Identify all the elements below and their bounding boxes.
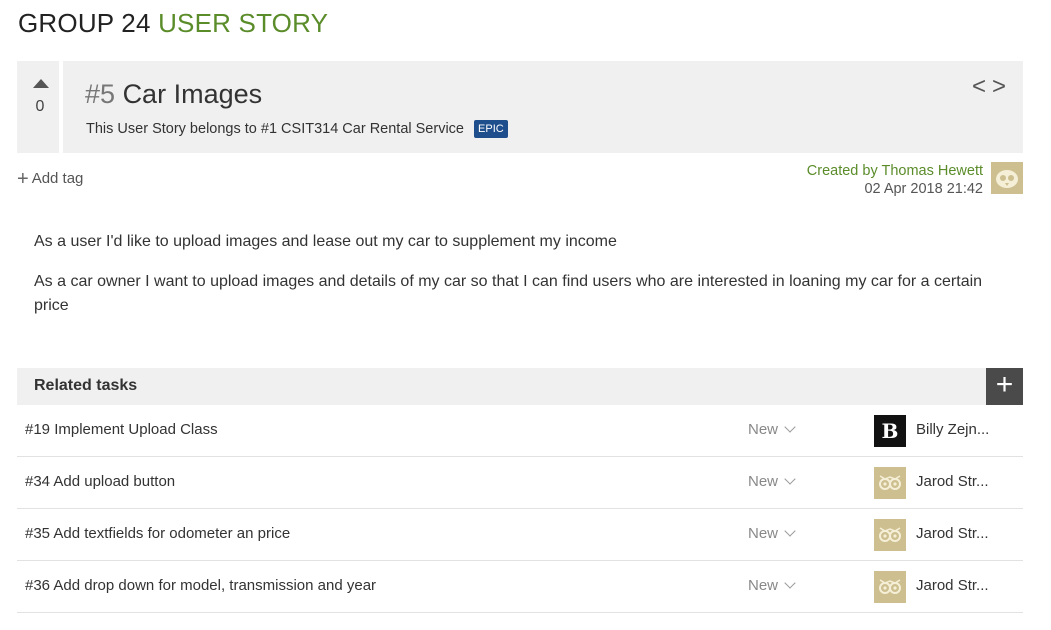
plus-icon: + (17, 168, 29, 190)
chevron-down-icon (784, 473, 796, 485)
task-status-label: New (748, 525, 779, 542)
vote-count: 0 (35, 98, 45, 115)
vote-column: 0 (17, 61, 63, 153)
epic-badge: EPIC (474, 120, 508, 138)
task-status-dropdown[interactable]: New (748, 473, 796, 490)
task-name[interactable]: #35 Add textfields for odometer an price (25, 525, 290, 542)
section-name: USER STORY (158, 8, 329, 38)
owl-avatar-icon (879, 579, 901, 594)
story-ref: #5 (85, 79, 116, 109)
owl-avatar-icon (996, 170, 1018, 188)
assignee-avatar[interactable] (874, 519, 906, 551)
assignee-avatar[interactable]: B (874, 415, 906, 447)
task-name[interactable]: #36 Add drop down for model, transmissio… (25, 577, 376, 594)
page-title: GROUP 24 USER STORY (18, 8, 328, 39)
created-date: 02 Apr 2018 21:42 (864, 181, 983, 197)
task-name[interactable]: #34 Add upload button (25, 473, 175, 490)
chevron-down-icon (784, 577, 796, 589)
belongs-prefix: This User Story belongs to (86, 121, 257, 137)
next-story-icon[interactable]: > (992, 73, 1012, 100)
task-status-dropdown[interactable]: New (748, 421, 796, 438)
story-nav: <> (972, 73, 1012, 101)
task-name[interactable]: #19 Implement Upload Class (25, 421, 218, 438)
task-assignee[interactable]: Jarod Str... (916, 577, 989, 594)
epic-link[interactable]: #1 CSIT314 Car Rental Service (261, 121, 464, 137)
project-name: GROUP 24 (18, 8, 151, 38)
task-status-dropdown[interactable]: New (748, 577, 796, 594)
owl-avatar-icon (879, 475, 901, 490)
task-status-label: New (748, 577, 779, 594)
add-tag-label: Add tag (31, 170, 84, 187)
created-by[interactable]: Created by Thomas Hewett (807, 162, 983, 180)
epic-relation: This User Story belongs to #1 CSIT314 Ca… (86, 120, 508, 138)
chevron-down-icon (784, 525, 796, 537)
previous-story-icon[interactable]: < (972, 73, 992, 100)
task-status-label: New (748, 473, 779, 490)
task-assignee[interactable]: Jarod Str... (916, 473, 989, 490)
story-title: #5 Car Images (85, 79, 262, 110)
task-status-label: New (748, 421, 779, 438)
story-title-text[interactable]: Car Images (123, 79, 263, 109)
task-row: #19 Implement Upload Class New B Billy Z… (17, 405, 1023, 457)
related-tasks-title: Related tasks (34, 377, 138, 394)
description-line: As a user I'd like to upload images and … (34, 233, 617, 250)
creator-info: Created by Thomas Hewett 02 Apr 2018 21:… (807, 162, 983, 198)
task-row: #34 Add upload button New Jarod Str... (17, 457, 1023, 509)
add-tag-button[interactable]: + Add tag (17, 168, 83, 191)
related-tasks-header: Related tasks + (17, 368, 1023, 405)
add-task-button[interactable]: + (986, 368, 1023, 405)
owl-avatar-icon (879, 527, 901, 542)
task-row: #36 Add drop down for model, transmissio… (17, 561, 1023, 613)
upvote-arrow-icon[interactable] (33, 79, 49, 88)
description-line: As a car owner I want to upload images a… (34, 273, 983, 314)
task-status-dropdown[interactable]: New (748, 525, 796, 542)
task-assignee[interactable]: Jarod Str... (916, 525, 989, 542)
assignee-avatar[interactable] (874, 467, 906, 499)
task-assignee[interactable]: Billy Zejn... (916, 421, 989, 438)
task-row: #35 Add textfields for odometer an price… (17, 509, 1023, 561)
chevron-down-icon (784, 421, 796, 433)
story-description: As a user I'd like to upload images and … (34, 230, 994, 334)
creator-avatar[interactable] (991, 162, 1023, 194)
story-header: 0 #5 Car Images This User Story belongs … (17, 61, 1023, 153)
assignee-avatar[interactable] (874, 571, 906, 603)
